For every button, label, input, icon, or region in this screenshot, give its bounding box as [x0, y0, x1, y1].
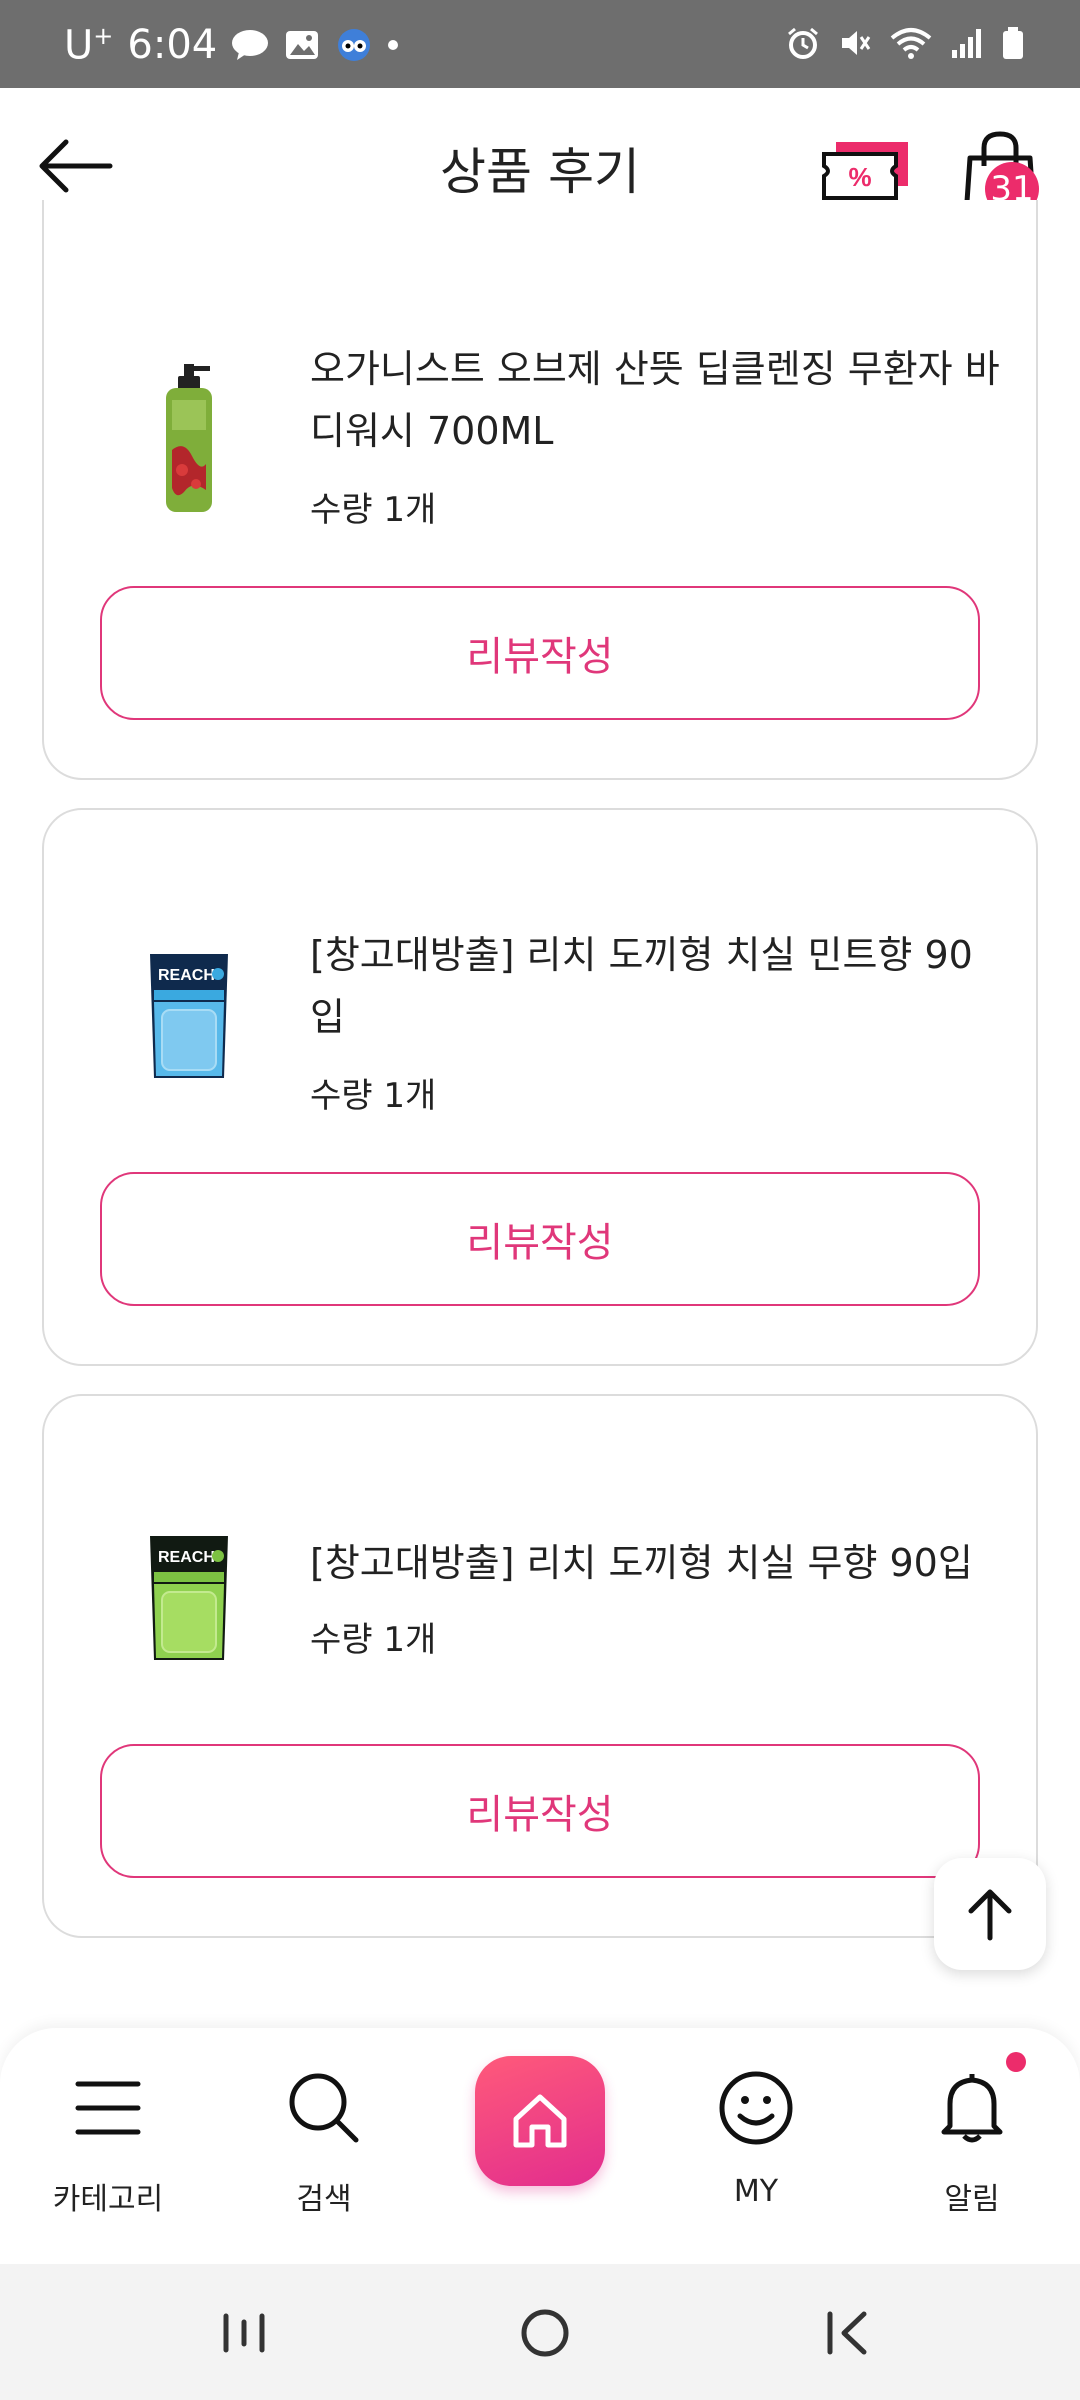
- product-quantity: 수량 1개: [310, 490, 437, 530]
- nav-home-button[interactable]: [475, 2056, 605, 2186]
- home-icon: [513, 2094, 567, 2148]
- product-name: [창고대방출] 리치 도끼형 치실 무향 90입: [310, 1541, 973, 1585]
- gallery-notification-icon: [286, 31, 319, 60]
- status-bar: U+ 6:04: [0, 0, 1080, 88]
- product-image-bodywash: [166, 364, 212, 512]
- product-image-floss-unscented: REACH: [150, 1536, 228, 1660]
- review-item-card: REACH [창고대방출] 리치 도끼형 치실 민트향 90입 수량 1개 리뷰…: [42, 808, 1038, 1366]
- product-name: [창고대방출] 리치 도끼형 치실 민트향 90입: [310, 933, 973, 1039]
- scroll-to-top-button[interactable]: [934, 1858, 1046, 1970]
- menu-icon: [75, 2081, 141, 2135]
- wifi-icon: [890, 28, 932, 59]
- battery-icon: [1003, 27, 1023, 59]
- system-navigation-bar: [0, 2264, 1080, 2400]
- signal-icon: [952, 29, 981, 58]
- system-back-icon[interactable]: [818, 2308, 878, 2358]
- more-notifications-dot-icon: [388, 40, 399, 51]
- bottom-navigation: 카테고리 검색 MY 알림: [0, 2028, 1080, 2264]
- smiley-icon: [719, 2071, 793, 2145]
- alarm-icon: [788, 27, 818, 59]
- recent-apps-icon[interactable]: [214, 2308, 274, 2358]
- svg-text:REACH: REACH: [158, 967, 215, 984]
- product-name: 오가니스트 오브제 산뜻 딥클렌징 무환자 바디워시 700ML: [310, 347, 1000, 453]
- write-review-button[interactable]: 리뷰작성: [100, 586, 980, 720]
- nav-label: 알림: [944, 2182, 1000, 2217]
- nav-category[interactable]: 카테고리: [28, 2068, 188, 2238]
- notification-dot-icon: [1006, 2052, 1026, 2072]
- product-image-floss-mint: REACH: [150, 954, 228, 1078]
- bell-icon: [941, 2074, 1003, 2143]
- clock: 6:04: [127, 22, 218, 69]
- talk-notification-icon: [232, 30, 269, 61]
- search-icon: [289, 2073, 359, 2143]
- mute-icon: [842, 31, 871, 55]
- nav-label: MY: [733, 2174, 779, 2209]
- nav-my[interactable]: MY: [676, 2068, 836, 2238]
- write-review-button[interactable]: 리뷰작성: [100, 1172, 980, 1306]
- system-home-icon[interactable]: [515, 2308, 575, 2358]
- nav-label: 검색: [296, 2182, 352, 2217]
- product-quantity: 수량 1개: [310, 1620, 437, 1660]
- carrier-label: U+: [64, 22, 114, 69]
- nav-search[interactable]: 검색: [244, 2068, 404, 2238]
- nav-notifications[interactable]: 알림: [892, 2068, 1052, 2238]
- review-item-card: REACH [창고대방출] 리치 도끼형 치실 무향 90입 수량 1개 리뷰작…: [42, 1394, 1038, 1938]
- page-title: 상품 후기: [440, 143, 640, 201]
- coupon-icon[interactable]: %: [820, 138, 912, 204]
- write-review-button[interactable]: 리뷰작성: [100, 1744, 980, 1878]
- svg-text:REACH: REACH: [158, 1549, 215, 1566]
- review-item-card: 오가니스트 오브제 산뜻 딥클렌징 무환자 바디워시 700ML 수량 1개 리…: [42, 200, 1038, 780]
- nav-label: 카테고리: [52, 2182, 164, 2217]
- product-quantity: 수량 1개: [310, 1076, 437, 1116]
- arrow-up-icon: [968, 1889, 1012, 1941]
- app-notification-icon: [338, 29, 371, 62]
- svg-text:%: %: [848, 162, 871, 192]
